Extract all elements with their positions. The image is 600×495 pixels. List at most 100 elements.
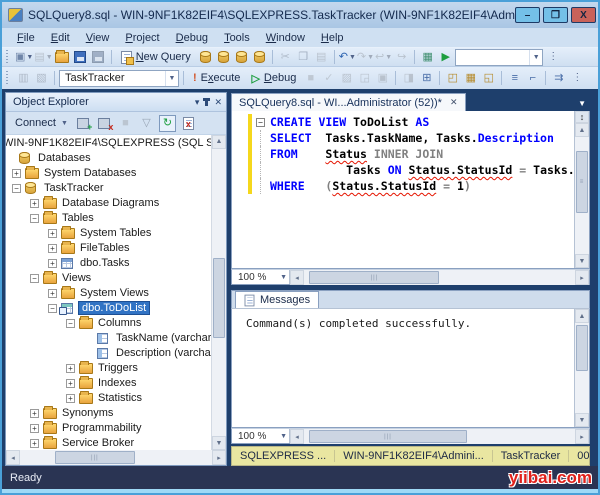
- reports-icon[interactable]: [180, 115, 197, 132]
- tree-node-indexes[interactable]: +Indexes: [6, 376, 211, 391]
- tab-list-icon[interactable]: ▼: [578, 99, 590, 111]
- analysis-services-query-icon[interactable]: [215, 49, 232, 66]
- outline-collapse-icon[interactable]: −: [256, 118, 265, 127]
- disconnect-server-icon[interactable]: [96, 115, 113, 132]
- tree-node-programmability[interactable]: +Programmability: [6, 421, 211, 436]
- scroll-right-icon[interactable]: ▸: [575, 429, 589, 444]
- menu-project[interactable]: Project: [118, 30, 166, 46]
- activity-monitor-icon[interactable]: ▦: [419, 49, 436, 66]
- toolbar2-overflow-icon[interactable]: ⋮: [568, 70, 585, 87]
- xmla-query-icon[interactable]: [251, 49, 268, 66]
- redo-icon[interactable]: ↷▼: [357, 49, 374, 66]
- expand-icon[interactable]: +: [66, 364, 75, 373]
- start-icon[interactable]: ▶: [437, 49, 454, 66]
- tree-node-system-databases[interactable]: +System Databases: [6, 166, 211, 181]
- scroll-left-icon[interactable]: ◂: [290, 429, 304, 444]
- toolbar-grip[interactable]: [6, 50, 11, 64]
- scroll-up-icon[interactable]: ▲: [212, 135, 226, 149]
- tree-node-filetables[interactable]: +FileTables: [6, 241, 211, 256]
- menu-debug[interactable]: Debug: [169, 30, 215, 46]
- tree-node-views[interactable]: −Views: [6, 271, 211, 286]
- tree-node-databases[interactable]: Databases: [6, 151, 211, 166]
- expand-icon[interactable]: +: [30, 424, 39, 433]
- menu-help[interactable]: Help: [314, 30, 351, 46]
- collapse-icon[interactable]: −: [48, 304, 57, 313]
- navigate-forward-icon[interactable]: ↪: [393, 49, 410, 66]
- expand-icon[interactable]: +: [30, 439, 39, 448]
- new-query-button[interactable]: New Query: [116, 49, 196, 66]
- actual-plan-icon[interactable]: ⊞: [418, 70, 435, 87]
- stop-icon[interactable]: ■: [117, 115, 134, 132]
- expand-icon[interactable]: +: [48, 244, 57, 253]
- save-all-icon[interactable]: [90, 49, 107, 66]
- paste-icon[interactable]: ▤: [313, 49, 330, 66]
- messages-tab[interactable]: Messages: [235, 291, 319, 308]
- results-to-file-icon[interactable]: ◱: [480, 70, 497, 87]
- editor-zoom-combo[interactable]: 100 % ▼: [232, 270, 290, 284]
- tree-node-dbo-tasks[interactable]: +dbo.Tasks: [6, 256, 211, 271]
- menu-view[interactable]: View: [79, 30, 117, 46]
- menu-file[interactable]: File: [10, 30, 42, 46]
- query-options-icon[interactable]: ◲: [356, 70, 373, 87]
- database-combo[interactable]: TaskTracker▼: [59, 70, 179, 87]
- maximize-button[interactable]: ❐: [543, 7, 568, 23]
- pin-icon[interactable]: [205, 98, 208, 106]
- collapse-icon[interactable]: −: [12, 184, 21, 193]
- expand-icon[interactable]: +: [48, 229, 57, 238]
- object-explorer-hscrollbar[interactable]: ◂ ||| ▸: [6, 450, 226, 465]
- save-icon[interactable]: [72, 49, 89, 66]
- add-item-icon[interactable]: ▤▼: [34, 49, 52, 66]
- messages-zoom-combo[interactable]: 100 % ▼: [232, 429, 290, 443]
- parse-icon[interactable]: ✓: [320, 70, 337, 87]
- scroll-right-icon[interactable]: ▸: [575, 270, 589, 285]
- tree-node-win-9nf1k82eif4-sqlexpress-sql-server-12[interactable]: WIN-9NF1K82EIF4\SQLEXPRESS (SQL Server 1…: [6, 136, 211, 151]
- expand-icon[interactable]: +: [30, 409, 39, 418]
- expand-icon[interactable]: +: [12, 169, 21, 178]
- tree-node-database-diagrams[interactable]: +Database Diagrams: [6, 196, 211, 211]
- expand-icon[interactable]: +: [66, 379, 75, 388]
- tree-node-tasktracker[interactable]: −TaskTracker: [6, 181, 211, 196]
- scroll-right-icon[interactable]: ▸: [212, 450, 226, 465]
- change-connection-icon[interactable]: ▧: [33, 70, 50, 87]
- uncomment-icon[interactable]: ⌐: [524, 70, 541, 87]
- query-document-tab[interactable]: SQLQuery8.sql - WI...Administrator (52))…: [231, 93, 466, 111]
- connect-button[interactable]: Connect ▼: [11, 116, 72, 130]
- tab-close-icon[interactable]: ✕: [450, 97, 458, 108]
- scroll-down-icon[interactable]: ▼: [212, 436, 226, 450]
- toolbar1-overflow-icon[interactable]: ⋮: [544, 49, 561, 66]
- split-window-icon[interactable]: ↕: [575, 111, 589, 123]
- scroll-up-icon[interactable]: ▲: [575, 123, 589, 137]
- refresh-icon[interactable]: ↻: [159, 115, 176, 132]
- intellisense-icon[interactable]: ▣: [374, 70, 391, 87]
- tree-node-description-varchar-ma[interactable]: Description (varchar(ma: [6, 346, 211, 361]
- results-to-text-icon[interactable]: ◰: [444, 70, 461, 87]
- copy-icon[interactable]: ❐: [295, 49, 312, 66]
- scroll-down-icon[interactable]: ▼: [575, 413, 589, 427]
- tree-node-tables[interactable]: −Tables: [6, 211, 211, 226]
- execute-button[interactable]: !Execute: [188, 70, 245, 87]
- panel-menu-icon[interactable]: ▾: [195, 97, 200, 108]
- collapse-icon[interactable]: −: [66, 319, 75, 328]
- tree-node-dbo-todolist[interactable]: −dbo.ToDoList: [6, 301, 211, 316]
- panel-close-icon[interactable]: ✕: [214, 97, 222, 108]
- navigate-backward-icon[interactable]: ↩▼: [375, 49, 392, 66]
- tree-node-columns[interactable]: −Columns: [6, 316, 211, 331]
- expand-icon[interactable]: +: [30, 199, 39, 208]
- collapse-icon[interactable]: −: [30, 274, 39, 283]
- database-engine-query-icon[interactable]: [197, 49, 214, 66]
- indent-icon[interactable]: ⇉: [550, 70, 567, 87]
- expand-icon[interactable]: +: [48, 259, 57, 268]
- tree-node-system-views[interactable]: +System Views: [6, 286, 211, 301]
- messages-vscrollbar[interactable]: ▲ ▼: [574, 309, 589, 427]
- editor-vscrollbar[interactable]: ↕ ▲ ≡ ▼: [574, 111, 589, 268]
- menu-window[interactable]: Window: [259, 30, 312, 46]
- tree-node-system-tables[interactable]: +System Tables: [6, 226, 211, 241]
- tree-node-service-broker[interactable]: +Service Broker: [6, 436, 211, 450]
- comment-icon[interactable]: ≡: [506, 70, 523, 87]
- tree-node-statistics[interactable]: +Statistics: [6, 391, 211, 406]
- minimize-button[interactable]: –: [515, 7, 540, 23]
- tree-node-triggers[interactable]: +Triggers: [6, 361, 211, 376]
- open-file-icon[interactable]: [54, 49, 71, 66]
- sql-editor[interactable]: −CREATE VIEW ToDoList ASSELECT Tasks.Tas…: [232, 111, 574, 268]
- debug-button[interactable]: ▷Debug: [246, 70, 301, 87]
